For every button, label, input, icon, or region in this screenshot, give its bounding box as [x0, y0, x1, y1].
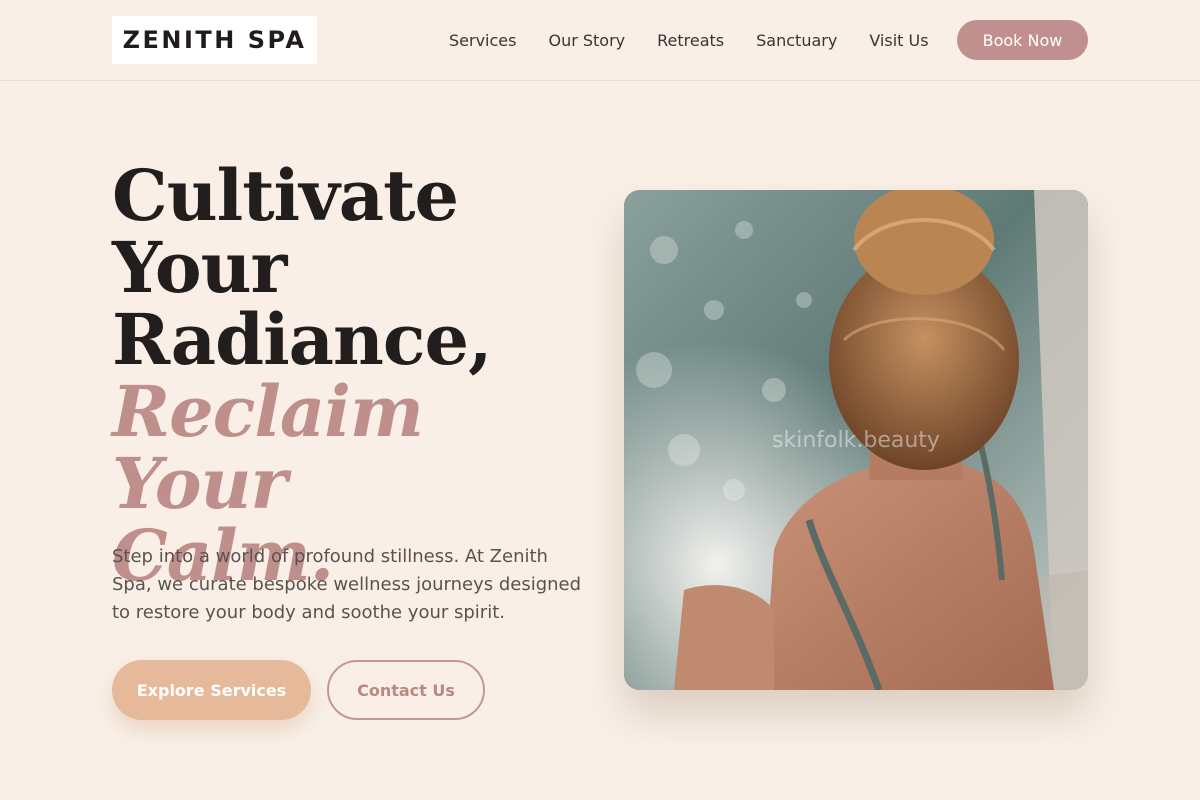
nav-link-visit-us[interactable]: Visit Us	[869, 31, 928, 50]
hero-lead-paragraph: Step into a world of profound stillness.…	[112, 546, 582, 623]
nav-link-services[interactable]: Services	[449, 31, 516, 50]
site-header: ZENITH SPA Services Our Story Retreats S…	[0, 0, 1200, 81]
headline-accent-line: Reclaim Your	[112, 370, 424, 525]
main-nav: Services Our Story Retreats Sanctuary Vi…	[449, 28, 929, 52]
nav-link-sanctuary[interactable]: Sanctuary	[756, 31, 837, 50]
headline-line: Your	[112, 226, 287, 309]
headline-line: Cultivate	[112, 154, 459, 237]
contact-us-button[interactable]: Contact Us	[327, 660, 485, 720]
hero-headline: Cultivate Your Radiance, Reclaim Your Ca…	[112, 160, 592, 592]
logo[interactable]: ZENITH SPA	[112, 16, 317, 64]
image-watermark: skinfolk.beauty	[772, 428, 940, 453]
nav-link-retreats[interactable]: Retreats	[657, 31, 724, 50]
hero-image: skinfolk.beauty	[624, 190, 1088, 690]
headline-line: Radiance,	[112, 298, 492, 381]
nav-link-our-story[interactable]: Our Story	[548, 31, 625, 50]
explore-services-button[interactable]: Explore Services	[112, 660, 311, 720]
book-now-button[interactable]: Book Now	[957, 20, 1088, 60]
